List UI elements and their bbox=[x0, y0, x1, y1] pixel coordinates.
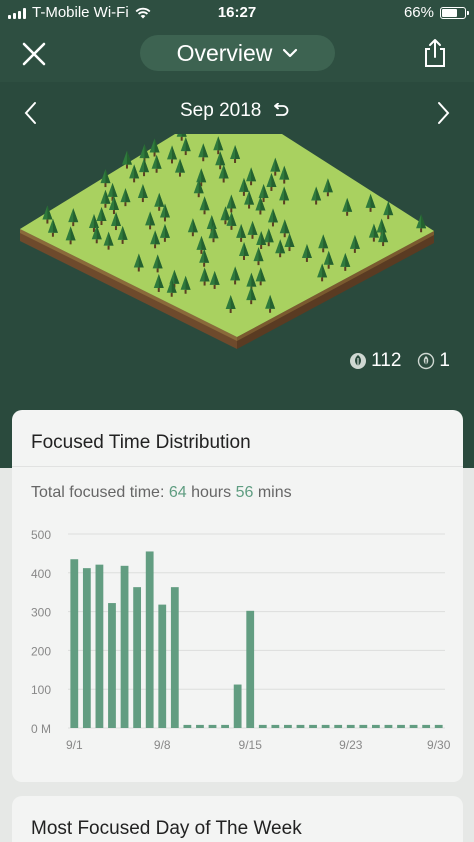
bar-9/30 bbox=[434, 724, 443, 728]
bar-9/9 bbox=[170, 587, 179, 728]
bar-9/7 bbox=[145, 551, 154, 728]
divider bbox=[12, 466, 463, 467]
bar-9/25 bbox=[371, 724, 380, 728]
leaf-icon bbox=[350, 353, 367, 369]
battery-icon bbox=[440, 6, 469, 19]
bar-9/3 bbox=[95, 564, 104, 728]
month-selector[interactable]: Sep 2018 bbox=[180, 100, 300, 122]
bar-9/6 bbox=[133, 587, 142, 728]
bar-9/19 bbox=[296, 724, 305, 728]
bar-9/8 bbox=[158, 604, 167, 728]
x-tick-label: 9/30 bbox=[427, 738, 451, 752]
y-tick-label: 400 bbox=[31, 567, 51, 581]
status-bar: T-Mobile Wi-Fi 16:27 66% bbox=[0, 0, 474, 26]
bar-9/10 bbox=[183, 724, 192, 728]
most-focused-day-card: Most Focused Day of The Week bbox=[12, 796, 463, 842]
battery-percent: 66% bbox=[403, 4, 434, 21]
focused-time-card: Focused Time Distribution Total focused … bbox=[12, 410, 463, 782]
bar-9/18 bbox=[284, 724, 292, 728]
x-tick-label: 9/23 bbox=[339, 738, 363, 752]
total-hours: 64 bbox=[168, 484, 187, 501]
focused-time-chart: 0 M 100 200 300 400 500 9/1 9/8 9/15 9/23 9/30 bbox=[31, 528, 451, 752]
bar-9/1 bbox=[70, 559, 79, 728]
bar-9/28 bbox=[409, 724, 418, 728]
close-icon[interactable] bbox=[20, 40, 48, 68]
y-tick-label: 100 bbox=[31, 683, 51, 697]
undo-icon[interactable] bbox=[271, 103, 289, 119]
forest-island bbox=[20, 134, 434, 349]
battery-group: 66% bbox=[403, 4, 469, 21]
month-navigator: Sep 2018 bbox=[0, 98, 474, 128]
hours-unit: hours bbox=[191, 484, 232, 501]
bar-9/23 bbox=[346, 724, 355, 728]
y-tick-label: 0 M bbox=[31, 722, 51, 736]
withered-leaf-icon bbox=[418, 352, 435, 370]
x-tick-label: 9/1 bbox=[66, 738, 83, 752]
chevron-down-icon bbox=[283, 48, 298, 58]
dead-tree-count: 1 bbox=[417, 350, 450, 372]
overview-dropdown[interactable]: Overview bbox=[140, 35, 335, 71]
x-tick-label: 9/15 bbox=[239, 738, 263, 752]
y-tick-label: 300 bbox=[31, 606, 51, 620]
card-title: Focused Time Distribution bbox=[31, 432, 251, 453]
dead-count: 1 bbox=[439, 350, 450, 371]
mins-unit: mins bbox=[257, 484, 292, 501]
y-tick-label: 200 bbox=[31, 644, 51, 658]
bar-9/22 bbox=[334, 724, 343, 728]
bar-9/4 bbox=[108, 603, 116, 728]
healthy-tree-count: 112 bbox=[349, 350, 401, 372]
total-focused-time: Total focused time: 64 hours 56 mins bbox=[31, 484, 292, 502]
bar-9/5 bbox=[120, 565, 129, 728]
bar-9/17 bbox=[271, 724, 280, 728]
share-icon[interactable] bbox=[422, 38, 448, 68]
x-tick-label: 9/8 bbox=[154, 738, 171, 752]
chevron-left-icon[interactable] bbox=[22, 100, 40, 126]
bar-9/27 bbox=[397, 724, 405, 728]
bar-9/20 bbox=[309, 724, 317, 728]
bar-9/16 bbox=[258, 724, 267, 728]
total-label: Total focused time: bbox=[31, 484, 165, 501]
bar-9/24 bbox=[359, 724, 368, 728]
healthy-count: 112 bbox=[371, 350, 402, 371]
bar-9/2 bbox=[82, 568, 91, 728]
bar-9/12 bbox=[208, 724, 217, 728]
overview-title: Overview bbox=[176, 39, 273, 66]
y-tick-label: 500 bbox=[31, 528, 51, 542]
bar-9/29 bbox=[422, 724, 431, 728]
bar-9/13 bbox=[221, 724, 229, 728]
bar-9/14 bbox=[233, 684, 242, 728]
top-bar: Overview bbox=[0, 26, 474, 82]
chevron-right-icon[interactable] bbox=[434, 100, 452, 126]
card-title: Most Focused Day of The Week bbox=[31, 818, 302, 839]
tree-counts: 112 1 bbox=[349, 350, 450, 372]
bar-9/11 bbox=[196, 724, 204, 728]
month-label: Sep 2018 bbox=[180, 100, 262, 121]
bar-9/15 bbox=[246, 610, 255, 728]
status-time: 16:27 bbox=[217, 4, 257, 21]
bar-9/21 bbox=[321, 724, 330, 728]
total-mins: 56 bbox=[235, 484, 254, 501]
bar-9/26 bbox=[384, 724, 393, 728]
